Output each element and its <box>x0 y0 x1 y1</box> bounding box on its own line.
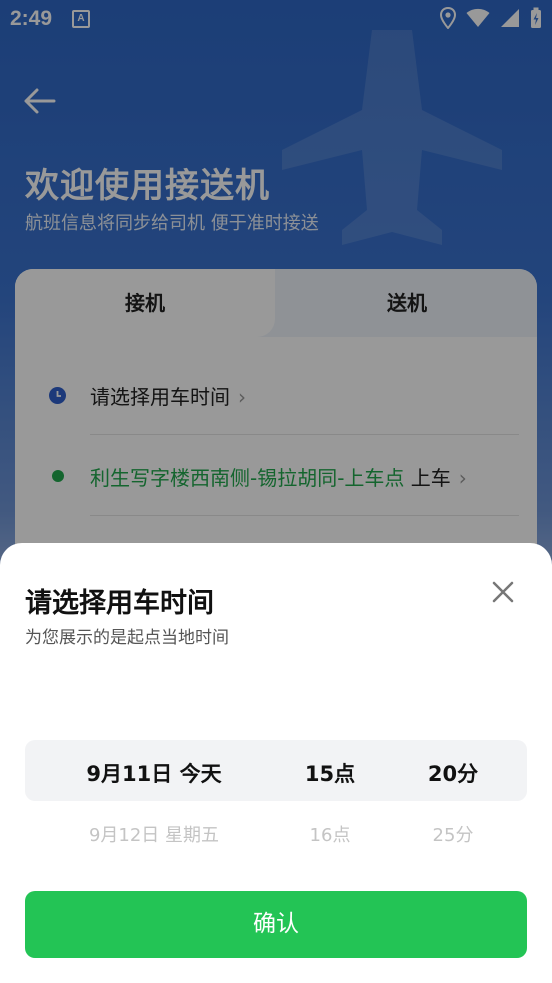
picker-date-option[interactable]: 9月12日 星期五 <box>64 821 244 847</box>
picker-date-selected[interactable]: 9月11日 今天 <box>64 758 244 788</box>
confirm-button[interactable]: 确认 <box>25 891 527 958</box>
picker-hour-option[interactable]: 16点 <box>290 821 370 847</box>
picker-hour-selected[interactable]: 15点 <box>290 758 370 788</box>
time-picker-sheet: 请选择用车时间 为您展示的是起点当地时间 9月11日 今天 15点 20分 9月… <box>0 543 552 983</box>
sheet-title: 请选择用车时间 <box>25 588 214 619</box>
picker-minute-selected[interactable]: 20分 <box>413 758 493 788</box>
picker-minute-option[interactable]: 25分 <box>413 821 493 847</box>
close-icon[interactable] <box>490 579 516 605</box>
sheet-subtitle: 为您展示的是起点当地时间 <box>25 628 229 648</box>
